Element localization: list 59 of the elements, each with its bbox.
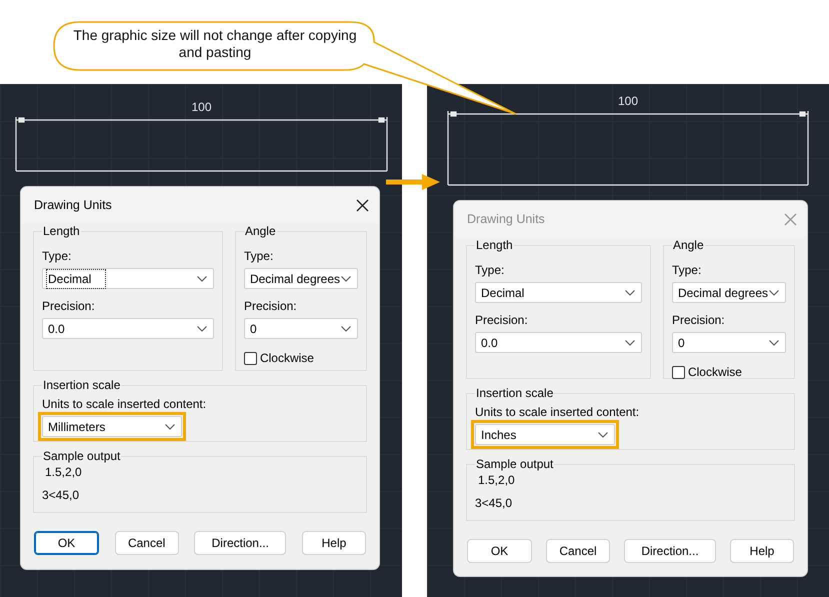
dialog-title: Drawing Units (467, 210, 545, 228)
precision-dropdown[interactable]: 0.0 (42, 318, 214, 339)
checkbox-label[interactable]: Clockwise (260, 349, 314, 367)
chevron-icon (769, 290, 779, 296)
field-label: Type: (475, 263, 506, 278)
field-label: Units to scale inserted content: (475, 405, 640, 420)
group-label: Sample output (475, 457, 554, 472)
sample-text: 3<45,0 (42, 488, 80, 503)
field-label: Type: (244, 249, 274, 264)
group-label: Angle (672, 238, 705, 253)
group-label: Angle (244, 224, 277, 239)
checkbox-label[interactable]: Clockwise (688, 363, 742, 381)
dialog-button[interactable]: OK (34, 531, 99, 555)
precision-dropdown[interactable]: 0.0 (475, 332, 642, 353)
field-label: Precision: (244, 299, 298, 314)
field-label: Type: (42, 249, 72, 264)
sample-text: 3<45,0 (475, 496, 514, 511)
dialog-button[interactable]: Help (302, 531, 366, 555)
precision-dropdown[interactable]: 0 (244, 318, 358, 339)
dialog-button[interactable]: Help (730, 539, 794, 563)
group-label: Sample output (42, 449, 122, 464)
units-dropdown[interactable]: Millimeters (42, 416, 182, 437)
chevron-icon (769, 340, 779, 346)
field-label: Type: (672, 263, 702, 278)
type-dropdown[interactable]: Decimal degrees (672, 282, 786, 303)
group-label: Length (475, 238, 514, 253)
field-label: Precision: (475, 313, 529, 328)
type-dropdown[interactable]: Decimal (475, 282, 642, 303)
group-label: Length (42, 224, 81, 239)
dialog-button[interactable]: OK (467, 539, 532, 563)
field-label: Units to scale inserted content: (42, 397, 208, 412)
field-label: Precision: (672, 313, 726, 328)
dialog-button[interactable]: Cancel (546, 539, 610, 563)
sample-text: 1.5,2,0 (44, 465, 83, 480)
chevron-icon (341, 326, 351, 332)
dialog-title: Drawing Units (34, 196, 112, 214)
type-dropdown[interactable]: Decimal (42, 268, 214, 289)
type-dropdown[interactable]: Decimal degrees (244, 268, 358, 289)
chevron-icon (624, 290, 635, 296)
chevron-icon (341, 276, 351, 282)
dialog-button[interactable]: Direction... (194, 531, 286, 555)
chevron-icon (196, 276, 207, 282)
chevron-icon (165, 424, 175, 430)
dimension-text: 100 (616, 94, 640, 108)
chevron-icon (196, 326, 207, 332)
close-icon[interactable] (356, 198, 369, 212)
chevron-icon (598, 432, 608, 438)
checkbox[interactable] (244, 352, 257, 364)
units-dropdown[interactable]: Inches (475, 424, 615, 445)
chevron-icon (624, 340, 635, 346)
precision-dropdown[interactable]: 0 (672, 332, 786, 353)
field-label: Precision: (42, 299, 96, 314)
sample-text: 1.5,2,0 (477, 473, 516, 488)
dialog-button[interactable]: Direction... (624, 539, 716, 563)
callout-text: The graphic size will not change after copying and pasting (72, 27, 358, 61)
checkbox[interactable] (672, 366, 685, 378)
dimension-text: 100 (190, 100, 213, 114)
dialog-button[interactable]: Cancel (114, 531, 179, 555)
right-arrow-icon (386, 174, 440, 190)
